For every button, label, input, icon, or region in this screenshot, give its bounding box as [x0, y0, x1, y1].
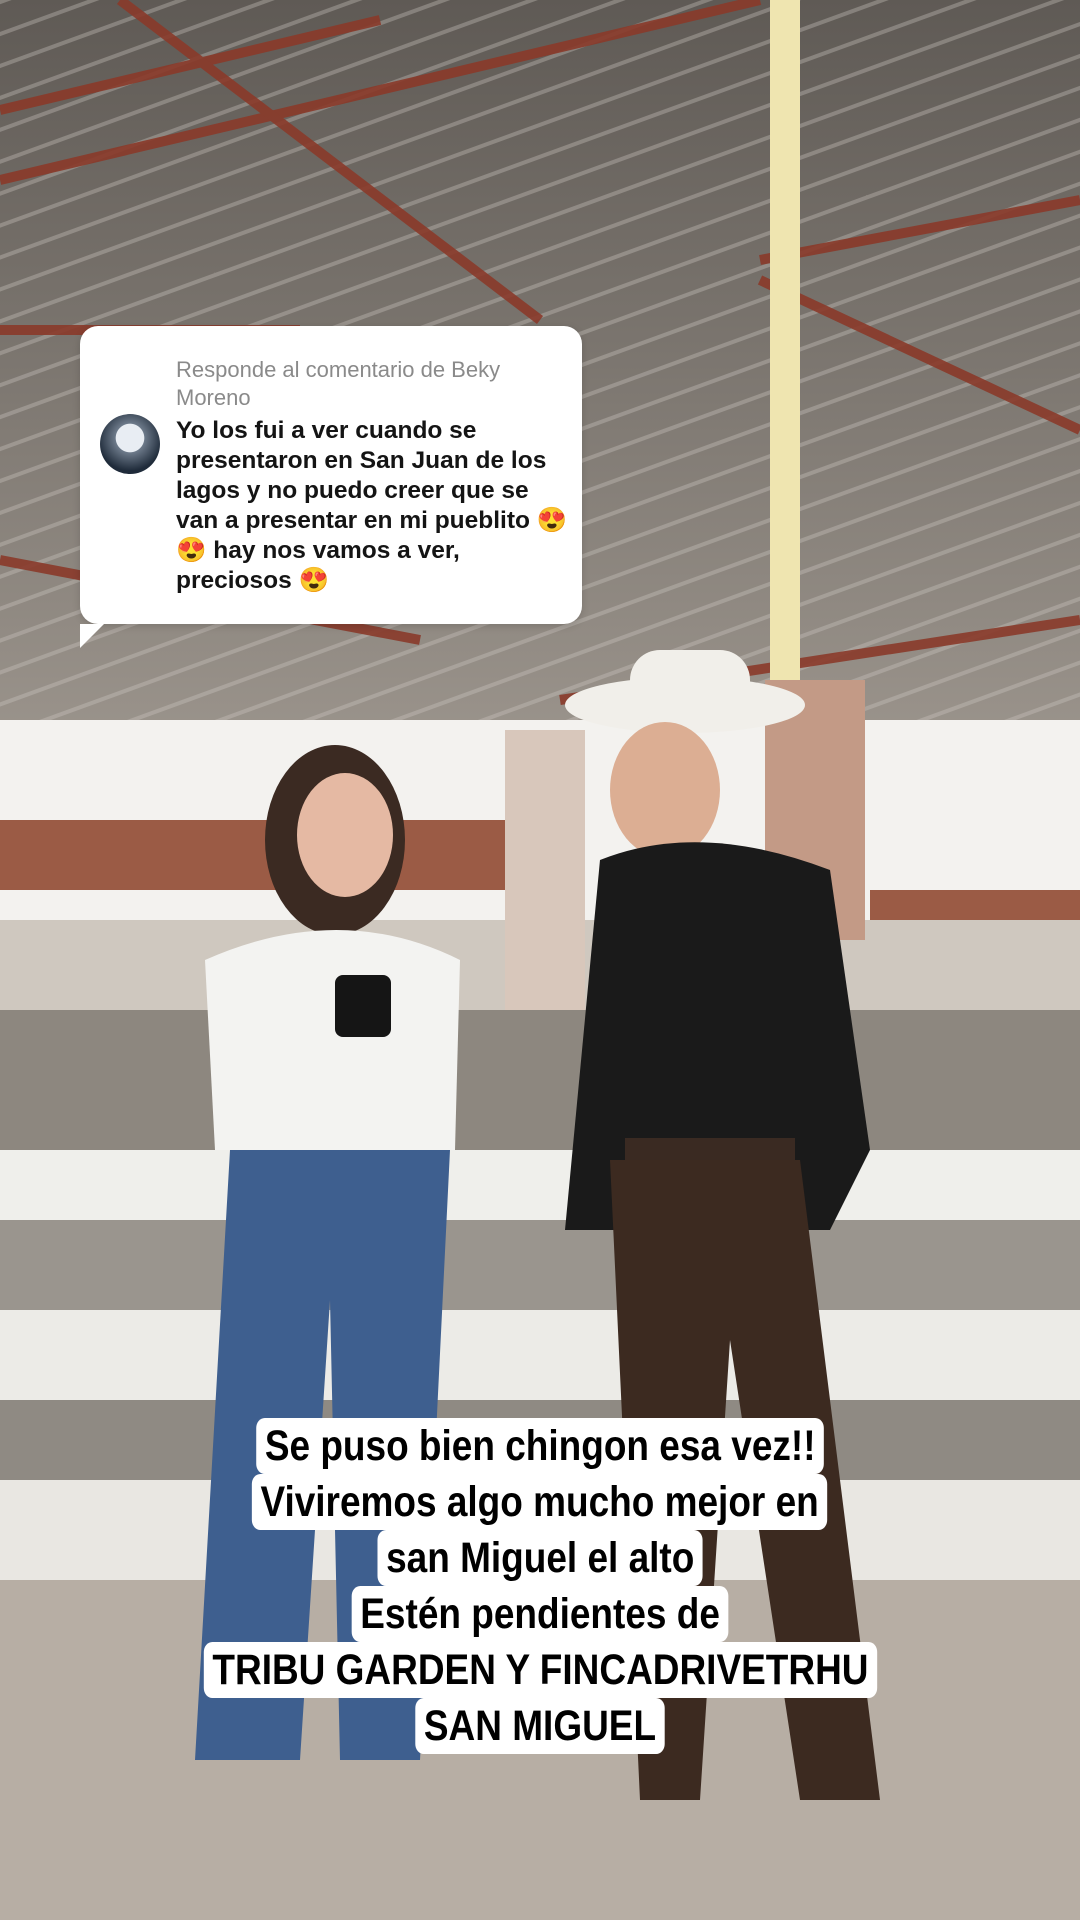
- caption-line: Viviremos algo mucho mejor en: [252, 1474, 828, 1530]
- reply-comment-card[interactable]: Responde al comentario de Beky Moreno Yo…: [80, 326, 582, 648]
- caption-line: SAN MIGUEL: [415, 1698, 665, 1754]
- caption-line: TRIBU GARDEN Y FINCADRIVETRHU: [203, 1642, 877, 1698]
- commenter-avatar[interactable]: [100, 414, 160, 474]
- caption-line: Estén pendientes de: [351, 1586, 729, 1642]
- caption-line: san Miguel el alto: [377, 1530, 703, 1586]
- video-caption: Se puso bien chingon esa vez!! Viviremos…: [0, 1418, 1080, 1754]
- caption-line: Se puso bien chingon esa vez!!: [256, 1418, 824, 1474]
- comment-reply-header: Responde al comentario de Beky Moreno: [176, 357, 501, 410]
- comment-text: Yo los fui a ver cuando se presentaron e…: [176, 417, 568, 594]
